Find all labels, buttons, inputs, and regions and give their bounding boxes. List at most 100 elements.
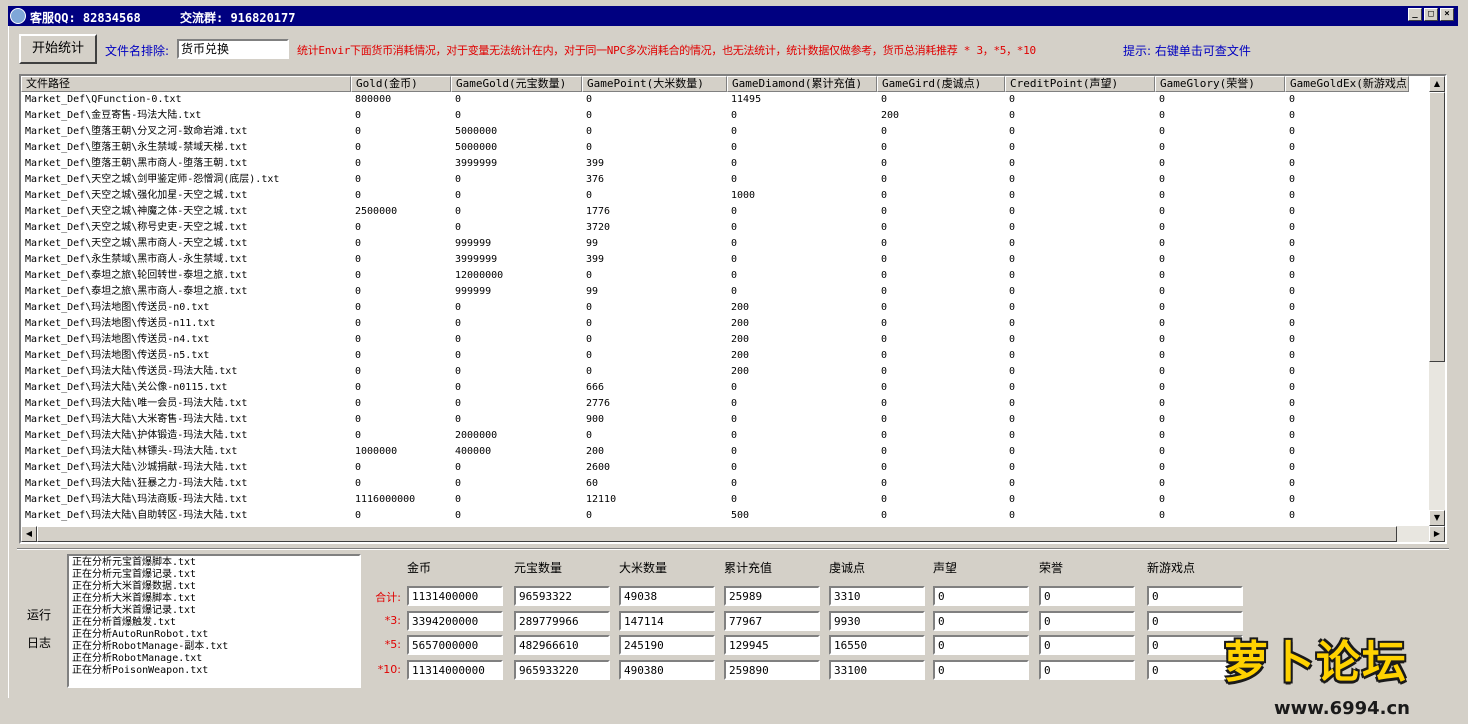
table-row[interactable]: Market_Def\玛法大陆\护体锻造-玛法大陆.txt 0 2000000 0 0 0… [21,428,1429,444]
scroll-up-icon[interactable]: ▲ [1429,76,1445,92]
value-cell: 0 [1009,478,1016,489]
summary-value-field[interactable]: 0 [933,635,1029,655]
file-path-cell: Market_Def\金豆寄售-玛法大陆.txt [25,110,202,121]
value-cell: 0 [881,206,888,217]
summary-value-field[interactable]: 129945 [724,635,820,655]
summary-value-field[interactable]: 96593322 [514,586,610,606]
column-header[interactable]: GameGoldEx(新游戏点) [1285,76,1409,92]
table-row[interactable]: Market_Def\玛法大陆\大米寄售-玛法大陆.txt 0 0 900 0 0 0 0 0 [21,412,1429,428]
summary-value-field[interactable]: 490380 [619,660,715,680]
log-textbox[interactable]: 正在分析元宝首爆脚本.txt 正在分析元宝首爆记录.txt 正在分析大米首爆数据.t… [67,554,361,688]
value-cell: 0 [1009,382,1016,393]
column-header[interactable]: CreditPoint(声望) [1005,76,1155,92]
scroll-down-icon[interactable]: ▼ [1429,510,1445,526]
file-list-view[interactable]: 文件路径 Gold(金币) GameGold(元宝数量) GamePoint(大米数量… [19,74,1447,544]
summary-value-field[interactable]: 0 [1147,586,1243,606]
table-row[interactable]: Market_Def\玛法地图\传送员-n11.txt 0 0 0 200 0 0 0 0 [21,316,1429,332]
table-row[interactable]: Market_Def\玛法大陆\林镖头-玛法大陆.txt 1000000 40000… [21,444,1429,460]
summary-value-field[interactable]: 0 [1039,611,1135,631]
table-row[interactable]: Market_Def\玛法大陆\唯一会员-玛法大陆.txt 0 0 2776 0 0 0 0 0 [21,396,1429,412]
value-cell: 0 [355,414,362,425]
watermark-url: www.6994.cn [1274,698,1410,719]
column-header[interactable]: 文件路径 [21,76,351,92]
value-cell: 0 [455,94,462,105]
column-header[interactable]: GameDiamond(累计充值) [727,76,877,92]
list-body[interactable]: Market_Def\QFunction-0.txt 800000 0 0 11495 0… [21,92,1429,524]
table-row[interactable]: Market_Def\天空之城\称号史吏-天空之城.txt 0 0 3720 0 0 0 0 0 [21,220,1429,236]
summary-value-field[interactable]: 77967 [724,611,820,631]
table-row[interactable]: Market_Def\堕落王朝\分叉之河-致命岩滩.txt 0 5000000 0 0 0… [21,124,1429,140]
column-header[interactable]: GamePoint(大米数量) [582,76,727,92]
table-row[interactable]: Market_Def\QFunction-0.txt 800000 0 0 11495 0… [21,92,1429,108]
value-cell: 0 [355,382,362,393]
table-row[interactable]: Market_Def\玛法地图\传送员-n0.txt 0 0 0 200 0 0 0 0 [21,300,1429,316]
vertical-scroll-thumb[interactable] [1429,92,1445,362]
scroll-left-icon[interactable]: ◀ [21,526,37,542]
scroll-right-icon[interactable]: ▶ [1429,526,1445,542]
summary-value-field[interactable]: 9930 [829,611,925,631]
table-row[interactable]: Market_Def\玛法大陆\关公像-n0115.txt 0 0 666 0 0 0 0 0 [21,380,1429,396]
table-row[interactable]: Market_Def\玛法大陆\自助转区-玛法大陆.txt 0 0 0 500 0 0 0 0 [21,508,1429,524]
summary-value-field[interactable]: 0 [933,586,1029,606]
value-cell: 0 [1289,318,1296,329]
summary-value-field[interactable]: 5657000000 [407,635,503,655]
summary-value-field[interactable]: 0 [1039,660,1135,680]
horizontal-scrollbar[interactable]: ◀ ▶ [21,526,1445,542]
table-row[interactable]: Market_Def\玛法大陆\传送员-玛法大陆.txt 0 0 0 200 0 0 0 0 [21,364,1429,380]
table-row[interactable]: Market_Def\泰坦之旅\轮回转世-泰坦之旅.txt 0 12000000 0 0… [21,268,1429,284]
summary-value-field[interactable]: 482966610 [514,635,610,655]
maximize-icon[interactable]: □ [1424,8,1438,21]
column-header[interactable]: GameGird(虔诚点) [877,76,1005,92]
exclude-input[interactable]: 货币兑换 [177,39,289,59]
value-cell: 0 [355,286,362,297]
value-cell: 0 [1009,446,1016,457]
value-cell: 1000 [731,190,756,201]
summary-value-field[interactable]: 25989 [724,586,820,606]
column-header[interactable]: Gold(金币) [351,76,451,92]
value-cell: 0 [731,142,738,153]
file-path-cell: Market_Def\堕落王朝\黑市商人-堕落王朝.txt [25,158,248,169]
table-row[interactable]: Market_Def\天空之城\神魔之体-天空之城.txt 2500000 0 177… [21,204,1429,220]
table-row[interactable]: Market_Def\天空之城\剑甲鉴定师-怨憎洞(底层).txt 0 0 376 0 0… [21,172,1429,188]
summary-value-field[interactable]: 3310 [829,586,925,606]
table-row[interactable]: Market_Def\玛法大陆\玛法商贩-玛法大陆.txt 1116000000 0… [21,492,1429,508]
summary-value-field[interactable]: 33100 [829,660,925,680]
summary-value-field[interactable]: 16550 [829,635,925,655]
summary-value-field[interactable]: 0 [1039,635,1135,655]
start-stat-button[interactable]: 开始统计 [19,34,97,64]
table-row[interactable]: Market_Def\永生禁域\黑市商人-永生禁域.txt 0 3999999 399… [21,252,1429,268]
summary-value-field[interactable]: 965933220 [514,660,610,680]
summary-value-field[interactable]: 259890 [724,660,820,680]
value-cell: 0 [881,366,888,377]
file-path-cell: Market_Def\堕落王朝\永生禁域-禁域天梯.txt [25,142,248,153]
table-row[interactable]: Market_Def\堕落王朝\黑市商人-堕落王朝.txt 0 3999999 399… [21,156,1429,172]
vertical-scrollbar[interactable]: ▲ ▼ [1429,76,1445,526]
table-row[interactable]: Market_Def\天空之城\强化加星-天空之城.txt 0 0 0 1000 0 0 0 0 [21,188,1429,204]
summary-value-field[interactable]: 49038 [619,586,715,606]
table-row[interactable]: Market_Def\玛法地图\传送员-n4.txt 0 0 0 200 0 0 0 0 [21,332,1429,348]
table-row[interactable]: Market_Def\天空之城\黑市商人-天空之城.txt 0 999999 99 0 0… [21,236,1429,252]
summary-value-field[interactable]: 147114 [619,611,715,631]
summary-value-field[interactable]: 0 [933,611,1029,631]
column-header[interactable]: GameGold(元宝数量) [451,76,582,92]
table-row[interactable]: Market_Def\玛法地图\传送员-n5.txt 0 0 0 200 0 0 0 0 [21,348,1429,364]
table-row[interactable]: Market_Def\金豆寄售-玛法大陆.txt 0 0 0 0 200 0 0 0 [21,108,1429,124]
table-row[interactable]: Market_Def\玛法大陆\沙城捐献-玛法大陆.txt 0 0 2600 0 0 0 0 0 [21,460,1429,476]
minimize-icon[interactable]: _ [1408,8,1422,21]
value-cell: 0 [455,318,462,329]
summary-value-field[interactable]: 3394200000 [407,611,503,631]
close-icon[interactable]: × [1440,8,1454,21]
table-row[interactable]: Market_Def\堕落王朝\永生禁域-禁域天梯.txt 0 5000000 0 0 0… [21,140,1429,156]
table-row[interactable]: Market_Def\玛法大陆\狂暴之力-玛法大陆.txt 0 0 60 0 0 0 0 0 [21,476,1429,492]
summary-value-field[interactable]: 1131400000 [407,586,503,606]
horizontal-scroll-thumb[interactable] [37,526,1397,542]
summary-value-field[interactable]: 0 [1039,586,1135,606]
value-cell: 0 [1009,510,1016,521]
summary-value-field[interactable]: 11314000000 [407,660,503,680]
table-row[interactable]: Market_Def\泰坦之旅\黑市商人-泰坦之旅.txt 0 999999 99 0 0… [21,284,1429,300]
column-header[interactable]: GameGlory(荣誉) [1155,76,1285,92]
summary-value-field[interactable]: 245190 [619,635,715,655]
summary-value-field[interactable]: 289779966 [514,611,610,631]
value-cell: 0 [731,494,738,505]
summary-value-field[interactable]: 0 [933,660,1029,680]
